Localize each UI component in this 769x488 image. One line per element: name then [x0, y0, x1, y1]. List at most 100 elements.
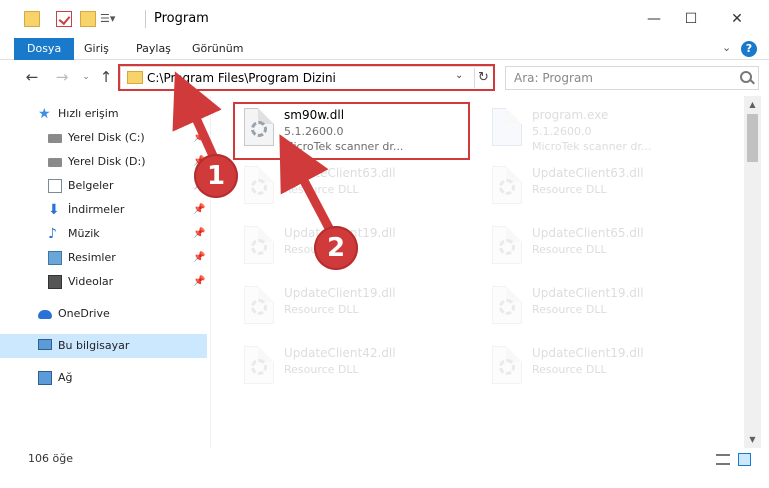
file-name: UpdateClient42.dll: [284, 346, 396, 360]
disk-icon: [48, 134, 62, 143]
properties-icon[interactable]: [56, 11, 72, 27]
title-separator: [145, 10, 146, 28]
gear-icon: [251, 239, 267, 255]
file-version: Resource DLL: [532, 363, 607, 376]
dll-file-icon: [244, 286, 274, 324]
download-icon: ⬇: [48, 202, 60, 218]
network-icon: [38, 371, 52, 385]
folder-icon: [24, 11, 40, 27]
file-name: UpdateClient19.dll: [532, 346, 644, 360]
sidebar-item-label: Videolar: [68, 275, 114, 288]
sidebar-item-quick-access[interactable]: ★ Hızlı erişim: [0, 102, 207, 126]
gear-icon: [499, 179, 515, 195]
sidebar-item-onedrive[interactable]: OneDrive: [0, 302, 207, 326]
new-folder-icon[interactable]: [80, 11, 96, 27]
file-item[interactable]: UpdateClient19.dll Resource DLL: [482, 338, 722, 394]
file-item[interactable]: UpdateClient65.dll Resource DLL: [482, 218, 722, 274]
scroll-thumb[interactable]: [747, 114, 758, 162]
vertical-scrollbar[interactable]: ▲ ▼: [744, 96, 761, 448]
tab-file[interactable]: Dosya: [14, 38, 75, 60]
help-icon[interactable]: ?: [741, 41, 757, 57]
file-item[interactable]: UpdateClient19.dll Resource DLL: [482, 278, 722, 334]
file-highlight-box: [233, 102, 470, 160]
file-name: UpdateClient65.dll: [532, 226, 644, 240]
dll-file-icon: [244, 226, 274, 264]
sidebar-item-label: Yerel Disk (D:): [68, 155, 146, 168]
file-name: UpdateClient19.dll: [284, 286, 396, 300]
forward-button[interactable]: →: [52, 67, 72, 87]
expand-ribbon-icon[interactable]: ⌄: [722, 41, 731, 54]
dll-file-icon: [492, 286, 522, 324]
file-item[interactable]: UpdateClient19.dll Resource DLL: [234, 278, 474, 334]
music-icon: ♪: [48, 226, 57, 242]
pane-divider[interactable]: [210, 96, 211, 448]
search-placeholder: Ara: Program: [514, 71, 593, 85]
sidebar-item-documents[interactable]: Belgeler 📌: [0, 174, 207, 198]
file-item[interactable]: UpdateClient63.dll Resource DLL: [482, 158, 722, 214]
dll-file-icon: [244, 346, 274, 384]
tab-share[interactable]: Paylaş: [124, 38, 183, 60]
file-name: program.exe: [532, 108, 609, 122]
address-highlight-box: [118, 64, 495, 91]
callout-step-1: 1: [194, 154, 238, 198]
navigation-pane: ★ Hızlı erişim Yerel Disk (C:) 📌 Yerel D…: [0, 96, 210, 448]
dll-file-icon: [492, 226, 522, 264]
sidebar-item-this-pc[interactable]: Bu bilgisayar: [0, 334, 207, 358]
close-button[interactable]: ✕: [714, 0, 760, 38]
search-input[interactable]: Ara: Program: [505, 66, 759, 90]
sidebar-item-label: Ağ: [58, 371, 73, 384]
scroll-up-icon[interactable]: ▲: [744, 96, 761, 113]
cloud-icon: [38, 310, 52, 319]
file-version: 5.1.2600.0: [532, 125, 592, 138]
file-version: Resource DLL: [284, 303, 359, 316]
file-version: Resource DLL: [532, 303, 607, 316]
ribbon-tabs: Dosya Giriş Paylaş Görünüm ⌄ ?: [0, 38, 769, 60]
sidebar-item-label: Yerel Disk (C:): [68, 131, 145, 144]
back-button[interactable]: ←: [22, 67, 42, 87]
file-item[interactable]: program.exe 5.1.2600.0 MicroTek scanner …: [482, 100, 722, 156]
sidebar-item-music[interactable]: ♪ Müzik 📌: [0, 222, 207, 246]
large-icons-view-icon[interactable]: [738, 453, 751, 466]
title-bar: ☰▾ Program — ☐ ✕: [0, 0, 769, 38]
pin-icon[interactable]: 📌: [193, 246, 205, 270]
file-version: Resource DLL: [532, 183, 607, 196]
star-icon: ★: [38, 106, 51, 122]
sidebar-item-network[interactable]: Ağ: [0, 366, 207, 390]
file-name: UpdateClient63.dll: [284, 166, 396, 180]
file-version: Resource DLL: [284, 183, 359, 196]
sidebar-item-disk-c[interactable]: Yerel Disk (C:) 📌: [0, 126, 207, 150]
file-version: Resource DLL: [284, 363, 359, 376]
file-name: UpdateClient63.dll: [532, 166, 644, 180]
document-icon: [48, 179, 62, 193]
recent-locations-icon[interactable]: ⌄: [76, 67, 96, 87]
sidebar-item-label: Bu bilgisayar: [58, 339, 130, 352]
exe-file-icon: [492, 108, 522, 146]
sidebar-item-disk-d[interactable]: Yerel Disk (D:) 📌: [0, 150, 207, 174]
window-title: Program: [154, 11, 209, 26]
file-item[interactable]: UpdateClient42.dll Resource DLL: [234, 338, 474, 394]
sidebar-item-label: Resimler: [68, 251, 116, 264]
pin-icon[interactable]: 📌: [193, 198, 205, 222]
pin-icon[interactable]: 📌: [193, 126, 205, 150]
callout-step-2: 2: [314, 226, 358, 270]
tab-home[interactable]: Giriş: [72, 38, 121, 60]
pin-icon[interactable]: 📌: [193, 270, 205, 294]
sidebar-item-pictures[interactable]: Resimler 📌: [0, 246, 207, 270]
maximize-button[interactable]: ☐: [668, 0, 714, 38]
scroll-down-icon[interactable]: ▼: [744, 431, 761, 448]
sidebar-item-videos[interactable]: Videolar 📌: [0, 270, 207, 294]
gear-icon: [499, 239, 515, 255]
pin-icon[interactable]: 📌: [193, 222, 205, 246]
dll-file-icon: [244, 166, 274, 204]
sidebar-item-label: OneDrive: [58, 307, 110, 320]
sidebar-item-downloads[interactable]: ⬇ İndirmeler 📌: [0, 198, 207, 222]
sidebar-item-label: Hızlı erişim: [58, 107, 119, 120]
disk-icon: [48, 158, 62, 167]
file-item[interactable]: UpdateClient63.dll Resource DLL: [234, 158, 474, 214]
customize-toolbar-icon[interactable]: ☰▾: [100, 11, 124, 27]
details-view-icon[interactable]: [716, 454, 730, 465]
up-button[interactable]: ↑: [96, 67, 116, 87]
tab-view[interactable]: Görünüm: [180, 38, 255, 60]
video-icon: [48, 275, 62, 289]
item-count: 106 öğe: [28, 452, 73, 465]
